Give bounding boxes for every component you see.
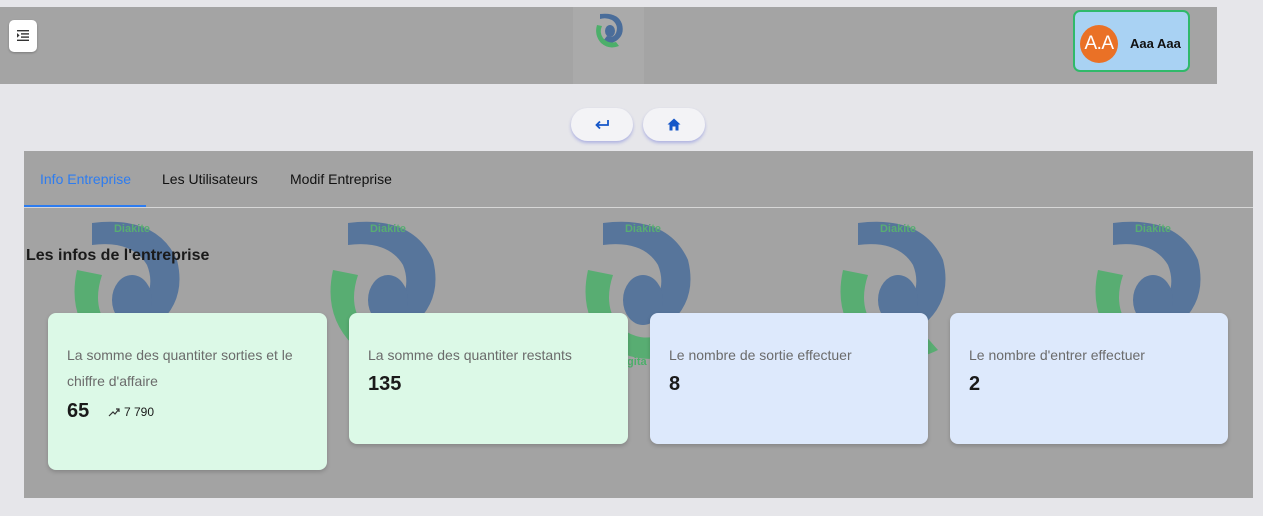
card-value: 135 — [368, 373, 402, 395]
menu-toggle-button[interactable] — [9, 20, 37, 52]
menu-indent-icon — [17, 30, 29, 41]
tab-divider — [24, 207, 1253, 208]
user-name: Aaa Aaa — [1130, 36, 1181, 51]
top-bar: A.A Aaa Aaa — [0, 7, 1217, 84]
brand-logo-icon — [595, 13, 623, 48]
card-label: Le nombre d'entrer effectuer — [969, 347, 1145, 363]
home-icon — [667, 118, 681, 131]
card-value: 2 — [969, 373, 981, 395]
stat-card-restants: La somme des quantiter restants 135 — [349, 313, 628, 444]
card-value: 8 — [669, 373, 681, 395]
content-panel: Info Entreprise Les Utilisateurs Modif E… — [24, 151, 1253, 498]
user-profile-chip[interactable]: A.A Aaa Aaa — [1073, 10, 1190, 72]
tab-modif-entreprise[interactable]: Modif Entreprise — [290, 171, 392, 187]
trend-value: 7 790 — [124, 405, 155, 419]
card-label: La somme des quantiter restants — [368, 347, 572, 363]
card-label: Le nombre de sortie effectuer — [669, 347, 852, 363]
tab-info-entreprise[interactable]: Info Entreprise — [40, 171, 131, 187]
avatar: A.A — [1080, 25, 1118, 63]
tab-les-utilisateurs[interactable]: Les Utilisateurs — [162, 171, 258, 187]
trending-up-icon — [108, 408, 120, 417]
watermark-text: Diakite — [370, 223, 406, 235]
brand-logo[interactable] — [573, 7, 644, 84]
stat-card-sorties: Le nombre de sortie effectuer 8 — [650, 313, 928, 444]
card-label: La somme des quantiter sorties et le chi… — [67, 347, 293, 389]
card-value: 65 — [67, 400, 90, 422]
home-button[interactable] — [643, 108, 705, 141]
watermark-text: Diakite — [880, 223, 916, 235]
stat-card-sorties-chiffre: La somme des quantiter sorties et le chi… — [48, 313, 327, 470]
section-title: Les infos de l'entreprise — [26, 247, 210, 264]
stat-card-entrees: Le nombre d'entrer effectuer 2 — [950, 313, 1228, 444]
tab-bar: Info Entreprise Les Utilisateurs Modif E… — [24, 151, 1253, 208]
back-button[interactable] — [571, 108, 633, 141]
watermark-text: Diakite — [625, 223, 661, 235]
return-arrow-icon — [595, 119, 609, 129]
watermark-text: Diakite — [114, 223, 150, 235]
trend-indicator: 7 790 — [108, 400, 164, 424]
watermark-text: Diakite — [1135, 223, 1171, 235]
